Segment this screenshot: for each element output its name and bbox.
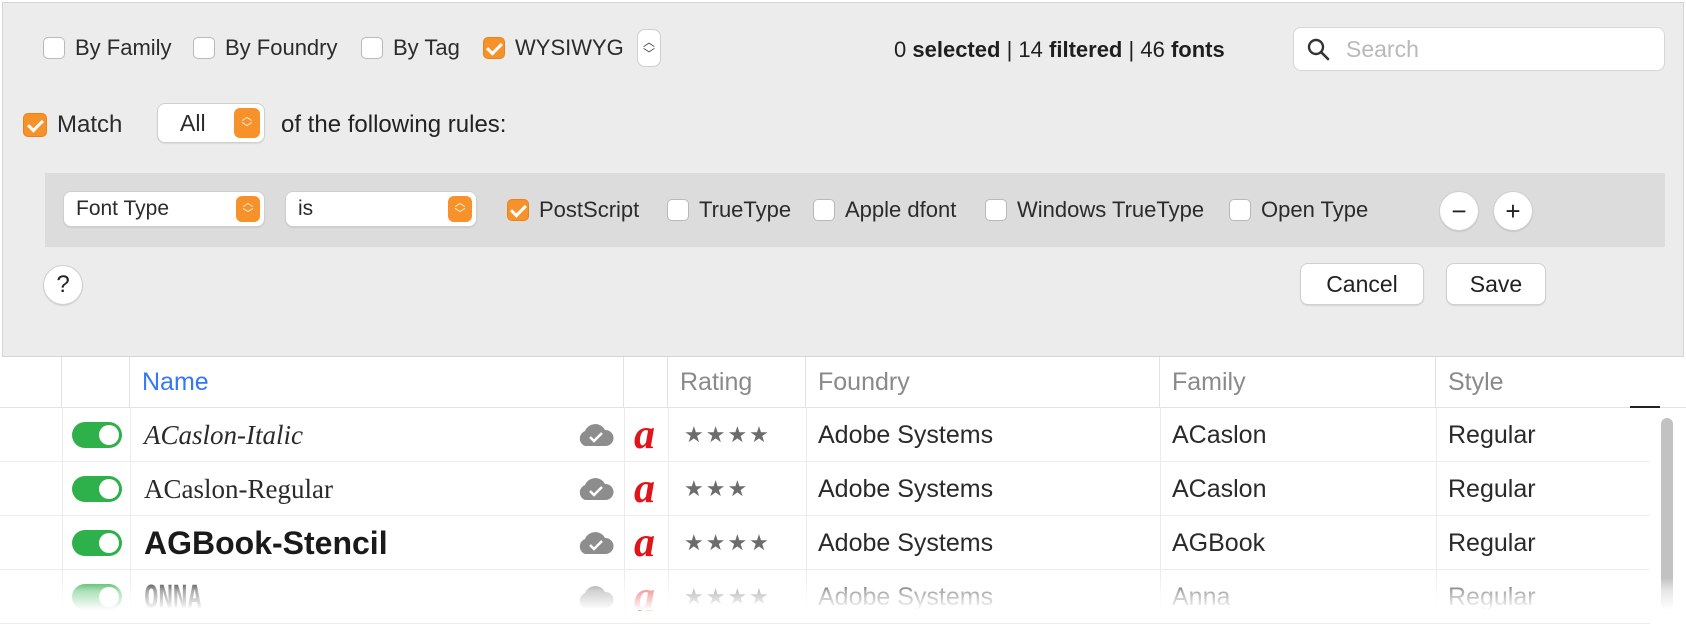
font-foundry: Adobe Systems (818, 474, 994, 503)
table-row[interactable]: ACaslon-Italic a ★★★★ Adobe Systems ACas… (0, 408, 1650, 462)
windows-truetype-checkbox[interactable] (985, 199, 1007, 221)
stepper-down-icon[interactable]: ﹀ (643, 48, 655, 60)
filter-wysiwyg[interactable]: WYSIWYG (483, 35, 624, 61)
column-header-blank (0, 357, 62, 407)
windows-truetype-label: Windows TrueType (1017, 197, 1205, 222)
font-enabled-toggle[interactable] (72, 422, 122, 448)
selected-word: selected (912, 37, 1001, 62)
by-family-checkbox[interactable] (43, 37, 65, 59)
by-foundry-checkbox[interactable] (193, 37, 215, 59)
match-toggle[interactable]: Match (23, 111, 122, 139)
column-header-foundry[interactable]: Foundry (806, 357, 1160, 407)
wysiwyg-checkbox[interactable] (483, 37, 505, 59)
selected-count: 0 (894, 37, 907, 62)
column-header-name[interactable]: Name (130, 357, 624, 407)
bottom-fade (0, 578, 1686, 610)
font-foundry: Adobe Systems (818, 528, 994, 557)
column-header-rating[interactable]: Rating (668, 357, 806, 407)
rating-stars[interactable]: ★★★ (684, 476, 749, 502)
truetype-label: TrueType (699, 197, 792, 222)
rule-operator-select[interactable]: is ︿ ﹀ (285, 191, 477, 227)
fonts-count: 46 (1140, 37, 1165, 62)
popup-arrows-icon: ︿ ﹀ (234, 108, 260, 138)
column-header-style[interactable]: Style (1436, 357, 1686, 407)
font-foundry: Adobe Systems (818, 420, 994, 449)
by-family-label: By Family (75, 35, 172, 60)
by-foundry-label: By Foundry (225, 35, 338, 60)
apple-dfont-checkbox[interactable] (813, 199, 835, 221)
save-button[interactable]: Save (1446, 263, 1546, 305)
wysiwyg-size-stepper[interactable]: ︿ ﹀ (637, 29, 661, 67)
adobe-font-icon: a (634, 520, 655, 566)
font-style: Regular (1448, 474, 1536, 503)
filtered-count: 14 (1018, 37, 1043, 62)
table-row[interactable]: AGBook-Stencil a ★★★★ Adobe Systems AGBo… (0, 516, 1650, 570)
rating-stars[interactable]: ★★★★ (684, 422, 771, 448)
column-header-type[interactable] (624, 357, 668, 407)
rule-option-postscript[interactable]: PostScript (507, 197, 639, 223)
rule-row: Font Type ︿ ﹀ is ︿ ﹀ PostScript TrueType A… (45, 173, 1665, 247)
rating-stars[interactable]: ★★★★ (684, 530, 771, 556)
search-field[interactable]: Search (1293, 27, 1665, 71)
filter-by-family[interactable]: By Family (43, 35, 172, 61)
font-name: ACaslon-Italic (144, 419, 303, 450)
count-separator: | (1006, 37, 1013, 62)
rule-option-open-type[interactable]: Open Type (1229, 197, 1368, 223)
cloud-check-icon (576, 516, 614, 570)
column-resize-marker (1630, 406, 1660, 408)
open-type-checkbox[interactable] (1229, 199, 1251, 221)
font-name: ACaslon-Regular (144, 473, 333, 504)
font-family: ACaslon (1172, 420, 1267, 449)
match-label: Match (57, 111, 123, 138)
remove-rule-button[interactable]: − (1439, 191, 1479, 231)
add-rule-button[interactable]: + (1493, 191, 1533, 231)
apple-dfont-label: Apple dfont (845, 197, 957, 222)
filter-by-foundry[interactable]: By Foundry (193, 35, 338, 61)
cloud-check-icon (576, 408, 614, 462)
rule-option-truetype[interactable]: TrueType (667, 197, 791, 223)
help-button[interactable]: ? (43, 265, 83, 305)
rule-field-select[interactable]: Font Type ︿ ﹀ (63, 191, 265, 227)
by-tag-label: By Tag (393, 35, 460, 60)
open-type-label: Open Type (1261, 197, 1369, 222)
cloud-check-icon (576, 462, 614, 516)
truetype-checkbox[interactable] (667, 199, 689, 221)
popup-arrows-icon: ︿ ﹀ (236, 196, 260, 222)
search-icon (1307, 38, 1330, 61)
fonts-word: fonts (1170, 37, 1225, 62)
filter-panel: By Family By Foundry By Tag WYSIWYG ︿ ﹀ … (2, 2, 1684, 357)
table-row[interactable]: ACaslon-Regular a ★★★ Adobe Systems ACas… (0, 462, 1650, 516)
wysiwyg-label: WYSIWYG (515, 35, 624, 60)
filtered-word: filtered (1049, 37, 1123, 62)
column-header-enabled[interactable] (62, 357, 130, 407)
font-enabled-toggle[interactable] (72, 476, 122, 502)
filter-by-tag[interactable]: By Tag (361, 35, 460, 61)
postscript-checkbox[interactable] (507, 199, 529, 221)
match-suffix: of the following rules: (281, 111, 507, 138)
font-table: Name Rating Foundry Family Style ACaslon… (0, 357, 1686, 624)
font-style: Regular (1448, 528, 1536, 557)
adobe-font-icon: a (634, 466, 655, 512)
rule-option-apple-dfont[interactable]: Apple dfont (813, 197, 956, 223)
postscript-label: PostScript (539, 197, 640, 222)
match-mode-value: All (180, 109, 206, 136)
font-family: AGBook (1172, 528, 1266, 557)
rule-operator-value: is (298, 197, 314, 220)
font-enabled-toggle[interactable] (72, 530, 122, 556)
column-header-family[interactable]: Family (1160, 357, 1436, 407)
font-style: Regular (1448, 420, 1536, 449)
adobe-font-icon: a (634, 412, 655, 458)
search-placeholder[interactable]: Search (1346, 36, 1419, 63)
match-checkbox[interactable] (23, 113, 47, 137)
popup-arrows-icon: ︿ ﹀ (448, 196, 472, 222)
count-separator: | (1128, 37, 1135, 62)
match-mode-select[interactable]: All ︿ ﹀ (157, 103, 265, 143)
font-family: ACaslon (1172, 474, 1267, 503)
by-tag-checkbox[interactable] (361, 37, 383, 59)
rule-option-windows-truetype[interactable]: Windows TrueType (985, 197, 1204, 223)
rule-field-value: Font Type (76, 197, 170, 220)
selection-counts: 0 selected | 14 filtered | 46 fonts (894, 37, 1225, 63)
cancel-button[interactable]: Cancel (1300, 263, 1424, 305)
